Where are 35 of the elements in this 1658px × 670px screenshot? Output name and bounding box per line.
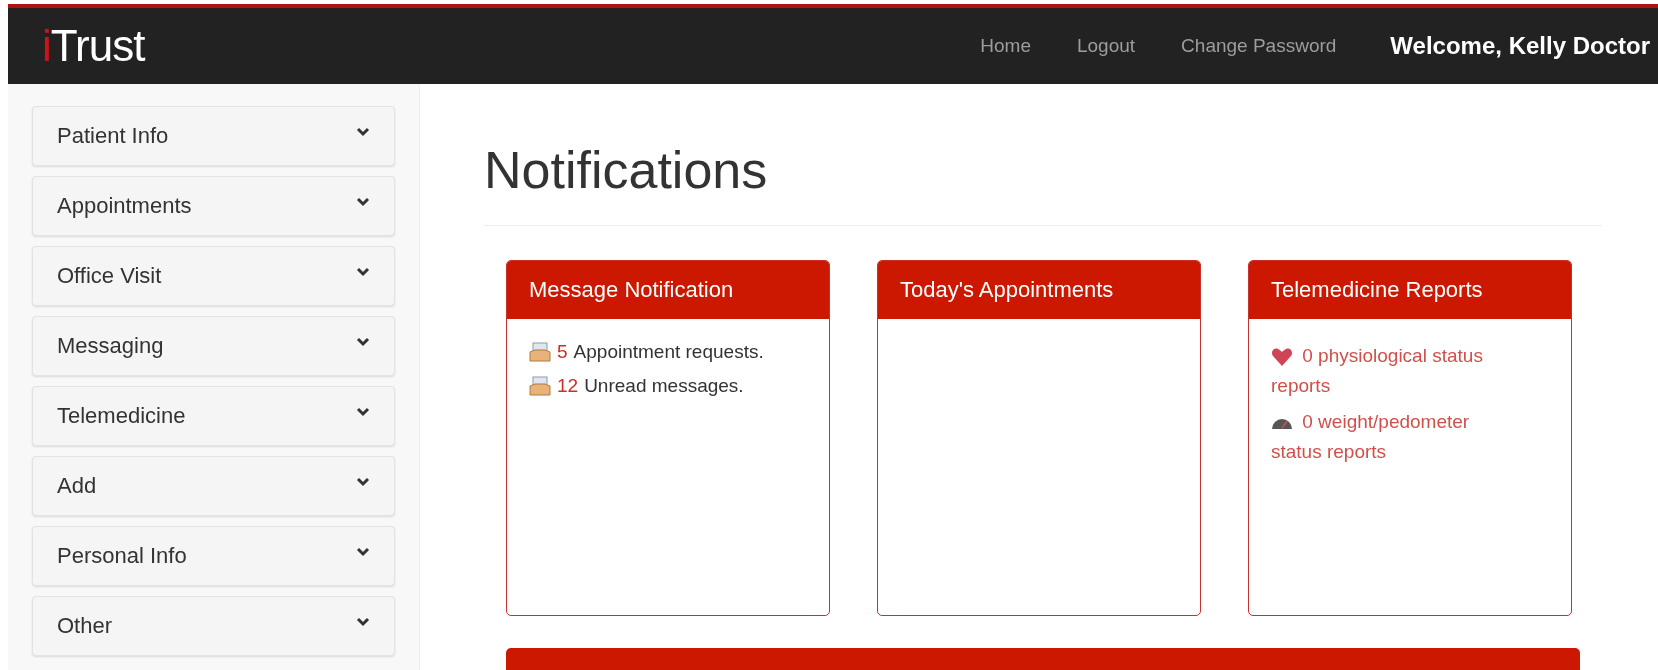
nav-link[interactable]: Home: [980, 35, 1031, 57]
nav-link[interactable]: Logout: [1076, 35, 1136, 57]
welcome-text: Welcome, Kelly Doctor: [1390, 32, 1650, 60]
chevron-icon: [356, 407, 370, 417]
report-link[interactable]: 0 weight/pedometer status reports: [1271, 407, 1511, 468]
sidebar-item[interactable]: Messaging: [32, 316, 395, 376]
sidebar-item[interactable]: Office Visit: [32, 246, 395, 306]
message-text: Unread messages.: [584, 375, 744, 398]
chevron-icon: [356, 477, 370, 487]
panel-title: Telemedicine Reports: [1271, 277, 1483, 304]
sidebar-item[interactable]: Add: [32, 456, 395, 516]
chevron-icon: [356, 267, 370, 277]
message-text: Appointment requests.: [573, 341, 764, 364]
chevron-icon: [356, 547, 370, 557]
sidebar-item[interactable]: Other: [32, 596, 395, 656]
count-link[interactable]: 5: [557, 341, 568, 364]
inbox-icon: [529, 376, 551, 397]
panel-title: Message Notification: [529, 277, 734, 304]
panel-title: Today's Appointments: [900, 277, 1114, 304]
sidebar-item[interactable]: Telemedicine: [32, 386, 395, 446]
chevron-icon: [356, 197, 370, 207]
page-heading: Notifications: [484, 142, 769, 200]
report-link[interactable]: 0 physiological status reports: [1271, 341, 1511, 402]
logo[interactable]: iTrust: [42, 21, 145, 71]
chevron-icon: [356, 617, 370, 627]
sidebar-item[interactable]: Personal Info: [32, 526, 395, 586]
chevron-icon: [356, 337, 370, 347]
sidebar-item[interactable]: Patient Info: [32, 106, 395, 166]
chevron-icon: [356, 127, 370, 137]
sidebar-item[interactable]: Appointments: [32, 176, 395, 236]
heart-icon: [1271, 347, 1293, 368]
gauge-icon: [1271, 416, 1293, 431]
inbox-icon: [529, 342, 551, 363]
count-link[interactable]: 12: [557, 375, 579, 398]
nav-link[interactable]: Change Password: [1181, 35, 1337, 57]
